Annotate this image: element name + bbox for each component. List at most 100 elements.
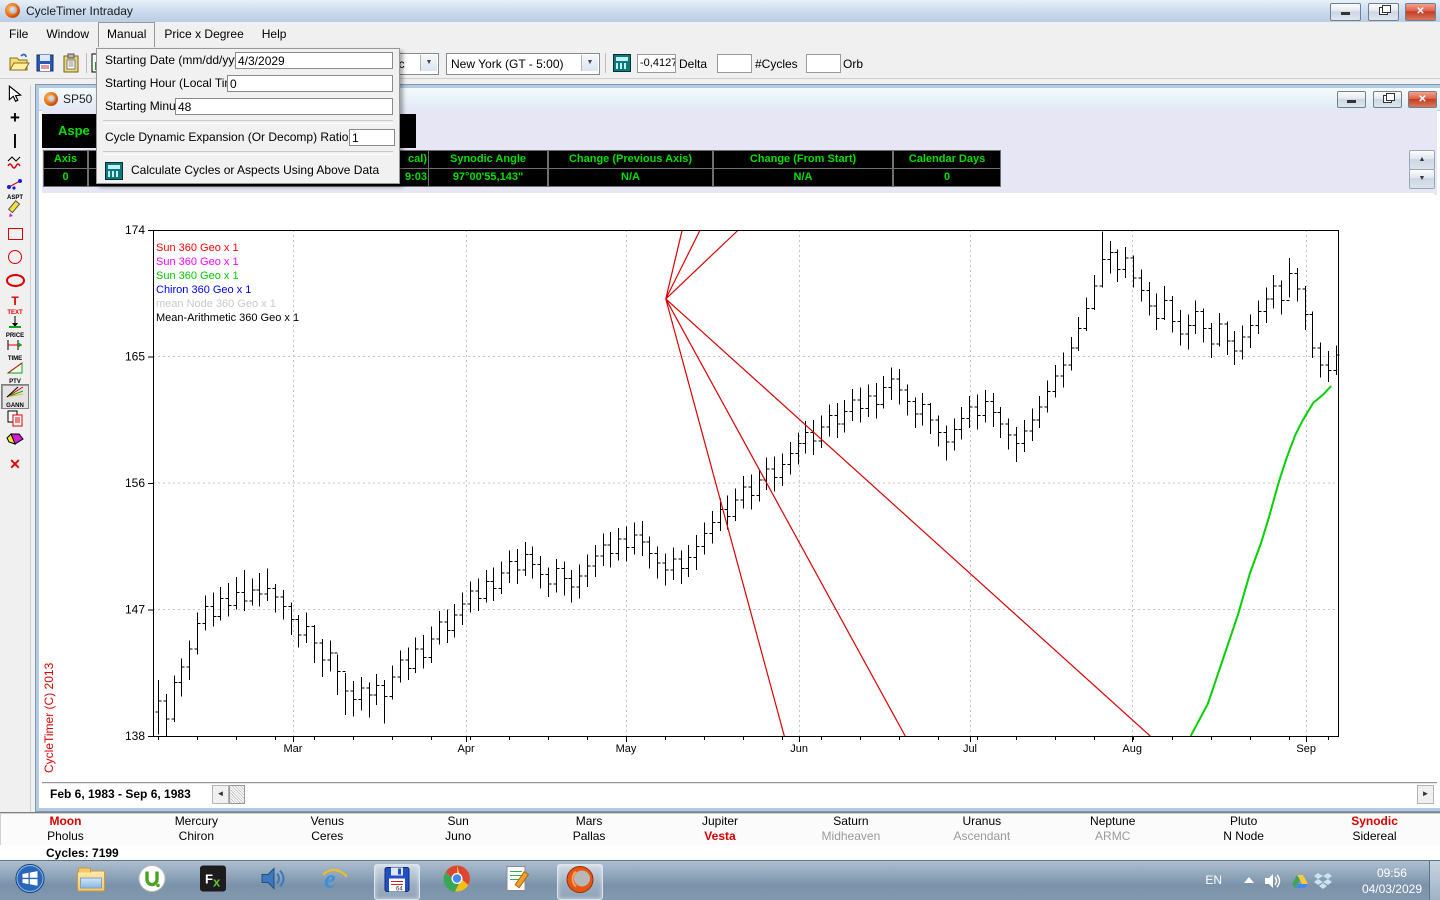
taskbar-utorrent-icon[interactable] [130, 864, 174, 898]
scrollbar-thumb[interactable] [229, 785, 245, 804]
time-tool-icon[interactable]: TIME [2, 338, 28, 361]
watermark-text: CycleTimer (C) 2013 [42, 662, 56, 773]
menu-field-input[interactable] [227, 75, 393, 92]
menu-field-row[interactable]: Starting Hour (Local Time): [97, 72, 399, 95]
language-indicator[interactable]: EN [1205, 873, 1222, 887]
menu-field-row[interactable]: Starting Minute: [97, 95, 399, 118]
ellipse-tool-icon[interactable] [2, 269, 28, 292]
num-cycles-label: #Cycles [755, 57, 798, 71]
child-close-button[interactable]: ✕ [1408, 91, 1437, 108]
taskbar-clock[interactable]: 09:56 04/03/2029 [1362, 865, 1422, 897]
planet-column-venus[interactable]: VenusCeres [262, 813, 393, 845]
taskbar-editor-icon[interactable] [496, 864, 540, 898]
minimize-button[interactable] [1330, 3, 1361, 21]
child-maximize-button[interactable] [1373, 91, 1402, 108]
svg-text:e: e [324, 865, 336, 893]
planet-column-synodic[interactable]: SynodicSidereal [1309, 813, 1440, 845]
wave-tool-icon[interactable] [2, 154, 28, 177]
delta-input[interactable]: -0,4127 [637, 54, 676, 73]
menu-item-manual[interactable]: Manual [98, 22, 155, 47]
planet-column-moon[interactable]: MoonPholus [0, 813, 131, 845]
menu-field-input[interactable] [175, 98, 393, 115]
rect-tool-icon[interactable] [2, 223, 28, 246]
taskbar-chrome-icon[interactable] [435, 864, 479, 898]
orb-input[interactable] [806, 54, 841, 73]
taskbar-floppy64-icon[interactable]: 64 [374, 864, 420, 900]
y-axis-label: 147 [125, 603, 145, 617]
table-scroll-up-button[interactable]: ▲ [1409, 150, 1435, 170]
save-icon[interactable] [34, 52, 56, 74]
scroll-right-icon[interactable]: ► [1417, 785, 1434, 804]
menu-ratio-label: Cycle Dynamic Expansion (Or Decomp) Rati… [105, 130, 352, 144]
gann-tool-icon[interactable]: GANN [1, 384, 29, 409]
menu-item-window[interactable]: Window [37, 22, 98, 46]
planet-column-saturn[interactable]: SaturnMidheaven [785, 813, 916, 845]
child-minimize-button[interactable] [1337, 91, 1366, 108]
planet-column-jupiter[interactable]: JupiterVesta [655, 813, 786, 845]
planet-column-mars[interactable]: MarsPallas [524, 813, 655, 845]
manual-menu-dropdown: Starting Date (mm/dd/yyyy):Starting Hour… [96, 48, 400, 184]
menu-item-calculate[interactable]: Calculate Cycles or Aspects Using Above … [97, 157, 399, 183]
planet-top-label: Synodic [1309, 813, 1440, 829]
taskbar-fx-icon[interactable]: Fx [191, 864, 235, 898]
y-axis-label: 174 [125, 223, 145, 237]
eraser-tool-icon[interactable] [2, 432, 28, 455]
text-tool-icon[interactable]: TTEXT [2, 292, 28, 315]
menu-item-help[interactable]: Help [253, 22, 296, 46]
menu-ratio-input[interactable] [349, 129, 395, 146]
copy-tool-icon[interactable] [2, 409, 28, 432]
planet-column-pluto[interactable]: PlutoN Node [1178, 813, 1309, 845]
column-header-change-previous-axis: Change (Previous Axis) [548, 150, 713, 169]
circle-tool-icon[interactable] [2, 246, 28, 269]
open-file-icon[interactable] [8, 52, 30, 74]
taskbar-volume-icon[interactable] [252, 864, 296, 898]
ptv-tool-icon[interactable]: PTV [2, 361, 28, 384]
timezone-combo[interactable]: New York (GT - 5:00) ▼ [446, 53, 600, 75]
aspect-tool-icon[interactable]: ASPT [2, 177, 28, 200]
planet-bottom-label: Pholus [0, 829, 131, 845]
chart-scrollbar: Feb 6, 1983 - Sep 6, 1983 ◄ ► [42, 782, 1437, 804]
table-scroll-down-button[interactable]: ▼ [1409, 169, 1435, 189]
restore-button[interactable] [1368, 3, 1399, 21]
chevron-down-icon[interactable]: ▼ [581, 55, 598, 71]
google-drive-icon[interactable] [1292, 874, 1308, 888]
planet-column-uranus[interactable]: UranusAscendant [916, 813, 1047, 845]
vline-tool-icon[interactable]: | [2, 131, 28, 154]
taskbar-ie-icon[interactable]: e [313, 864, 357, 898]
y-axis-label: 138 [125, 729, 145, 743]
menu-field-row[interactable]: Starting Date (mm/dd/yyyy): [97, 49, 399, 72]
volume-icon[interactable] [1264, 873, 1282, 889]
menu-field-input[interactable] [235, 52, 393, 69]
planet-column-neptune[interactable]: NeptuneARMC [1047, 813, 1178, 845]
x-axis-label: Apr [458, 743, 475, 755]
planet-bottom-label: N Node [1178, 829, 1309, 845]
chevron-down-icon[interactable]: ▼ [420, 55, 437, 71]
dropbox-icon[interactable] [1314, 873, 1332, 889]
calculator-icon[interactable] [613, 54, 631, 72]
menu-item-price-x-degree[interactable]: Price x Degree [155, 22, 252, 46]
price-tool-icon[interactable]: PRICE [2, 315, 28, 338]
crosshair-tool-icon[interactable]: + [2, 108, 28, 131]
show-desktop-button[interactable] [1429, 861, 1440, 900]
menu-item-file[interactable]: File [0, 22, 37, 46]
x-axis-label: Jun [790, 743, 808, 755]
scroll-left-icon[interactable]: ◄ [212, 785, 229, 804]
taskbar-start-icon[interactable] [8, 864, 52, 898]
menu-ratio-row[interactable]: Cycle Dynamic Expansion (Or Decomp) Rati… [97, 126, 399, 149]
delete-tool-icon[interactable]: ✕ [2, 455, 28, 478]
planet-column-sun[interactable]: SunJuno [393, 813, 524, 845]
taskbar-cycletimer-icon[interactable] [557, 864, 603, 900]
cycles-count: Cycles: 7199 [46, 846, 119, 860]
legend-entry: Sun 360 Geo x 1 [156, 242, 239, 254]
planet-top-label: Neptune [1047, 813, 1178, 829]
tray-expand-icon[interactable] [1244, 877, 1254, 883]
pencil-tool-icon[interactable] [2, 200, 28, 223]
planet-bottom-label: Sidereal [1309, 829, 1440, 845]
pointer-tool-icon[interactable] [2, 85, 28, 108]
planet-bottom-label: Vesta [655, 829, 786, 845]
num-cycles-input[interactable] [717, 54, 752, 73]
paste-icon[interactable] [60, 52, 82, 74]
taskbar-explorer-icon[interactable] [69, 864, 113, 898]
planet-column-mercury[interactable]: MercuryChiron [131, 813, 262, 845]
close-button[interactable]: ✕ [1405, 3, 1436, 21]
